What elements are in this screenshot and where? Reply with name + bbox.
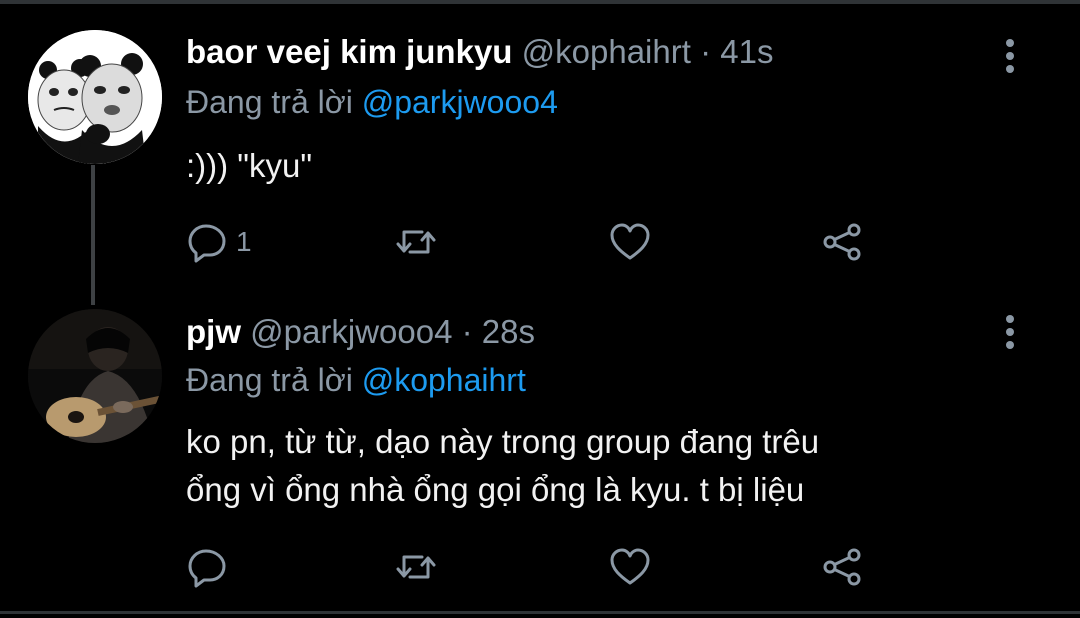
tweet-header: pjw @parkjwooo4 · 28s [186, 312, 535, 352]
like-button[interactable] [608, 545, 652, 589]
separator-dot: · [461, 313, 473, 350]
reply-button[interactable] [186, 545, 236, 589]
replying-to-label: Đang trả lời [186, 362, 362, 398]
timestamp[interactable]: 28s [482, 313, 535, 350]
tweet-text: ko pn, từ từ, dạo này trong group đang t… [186, 418, 986, 514]
tweet-text-line: :))) "kyu" [186, 147, 313, 184]
avatar[interactable] [28, 309, 162, 443]
display-name[interactable]: pjw [186, 313, 241, 350]
reply-count: 1 [236, 226, 252, 257]
share-icon [823, 548, 861, 586]
tweet-item[interactable]: pjw @parkjwooo4 · 28s Đang trả lời @koph… [0, 300, 1080, 611]
panda-meme-avatar-icon [28, 30, 162, 164]
share-icon [823, 223, 861, 261]
retweet-button[interactable] [394, 220, 438, 264]
more-options-button[interactable] [998, 36, 1022, 76]
like-button[interactable] [608, 220, 652, 264]
separator-dot: · [700, 33, 712, 70]
more-options-button[interactable] [998, 312, 1022, 352]
user-handle[interactable]: @parkjwooo4 [250, 313, 452, 350]
bottom-divider [0, 611, 1080, 614]
user-handle[interactable]: @kophaihrt [522, 33, 691, 70]
tweet-text-line: ko pn, từ từ, dạo này trong group đang t… [186, 423, 820, 460]
retweet-button[interactable] [394, 545, 438, 589]
share-button[interactable] [820, 545, 864, 589]
avatar[interactable] [28, 30, 162, 164]
more-options-icon [1006, 39, 1014, 73]
tweet-text-line: ổng vì ổng nhà ổng gọi ổng là kyu. t bị … [186, 471, 805, 508]
replying-to-mention[interactable]: @parkjwooo4 [362, 84, 558, 120]
replying-to-line: Đang trả lời @kophaihrt [186, 360, 526, 400]
reply-button[interactable]: 1 [186, 220, 252, 264]
replying-to-mention[interactable]: @kophaihrt [362, 362, 526, 398]
more-options-icon [1006, 315, 1014, 349]
tweet-text: :))) "kyu" [186, 142, 986, 190]
tweet-item[interactable]: baor veej kim junkyu @kophaihrt · 41s Đa… [0, 0, 1080, 300]
share-button[interactable] [820, 220, 864, 264]
tweet-header: baor veej kim junkyu @kophaihrt · 41s [186, 32, 773, 72]
retweet-icon [396, 230, 436, 254]
like-icon [610, 548, 650, 585]
retweet-icon [396, 555, 436, 579]
display-name[interactable]: baor veej kim junkyu [186, 33, 512, 70]
reply-icon [188, 224, 226, 263]
guitar-player-photo-avatar-icon [28, 309, 162, 443]
timestamp[interactable]: 41s [720, 33, 773, 70]
reply-icon [188, 549, 226, 588]
like-icon [610, 223, 650, 260]
replying-to-line: Đang trả lời @parkjwooo4 [186, 82, 558, 122]
replying-to-label: Đang trả lời [186, 84, 362, 120]
